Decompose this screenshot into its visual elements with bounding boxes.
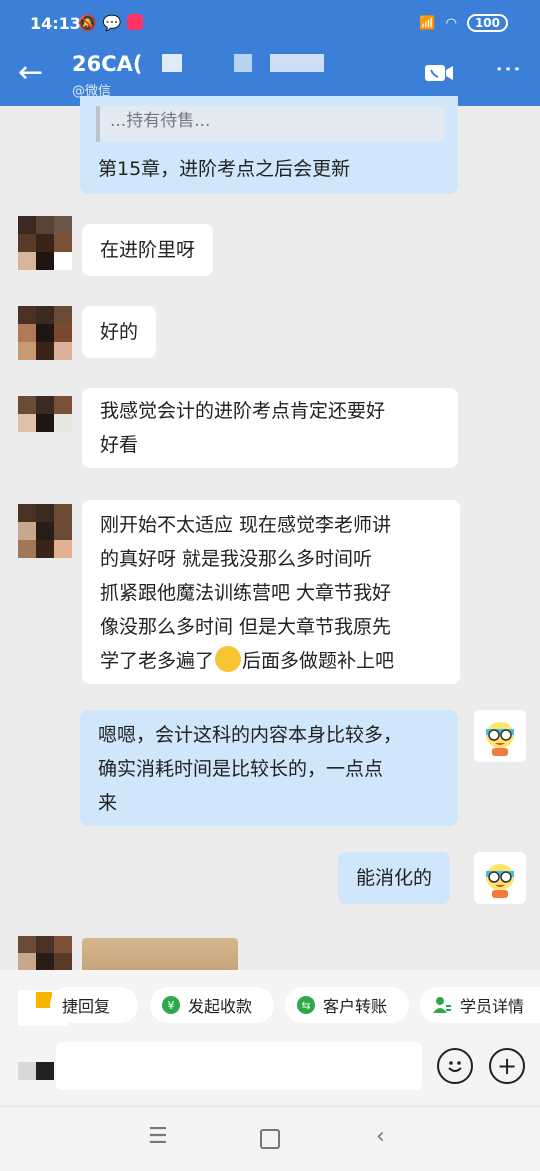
image-message-thumbnail[interactable] [82,938,238,970]
yen-icon: ¥ [162,996,180,1014]
emoji-button[interactable] [437,1048,473,1084]
message-bubble[interactable]: 能消化的 [338,852,451,904]
bee-avatar[interactable] [474,852,526,904]
message-input[interactable] [56,1042,422,1090]
student-details-label: 学员详情 [460,997,525,1016]
quick-reply-button[interactable]: 捷回复 [50,987,138,1023]
avatar[interactable] [18,306,72,360]
avatar[interactable] [18,936,72,970]
message-line: 嗯嗯，会计这科的内容本身比较多， [98,724,403,746]
quick-reply-label: 捷回复 [62,997,111,1016]
status-system-icons: 📶 ◠ 100 [419,14,508,32]
message-line-part: 学了老多遍了 [100,650,215,672]
home-nav-icon[interactable] [260,1129,280,1149]
app-icon [127,14,144,30]
plus-icon: + [496,1052,518,1080]
message-line: 刚开始不太适应 现在感觉李老师讲 [100,514,392,536]
wechat-icon: 💬 [102,14,122,32]
battery-indicator: 100 [466,14,508,32]
message-line: 确实消耗时间是比较长的，一点点 [98,758,384,780]
message-line: 来 [98,792,118,814]
redacted-name-block [162,54,182,72]
transfer-icon: ⇆ [297,996,315,1014]
student-details-button[interactable]: 学员详情 [420,987,540,1023]
video-call-icon[interactable] [424,62,454,84]
message-text: 第15章，进阶考点之后会更新 [98,158,351,180]
message-bubble[interactable]: 在进阶里呀 [82,224,214,276]
avatar[interactable] [18,396,72,432]
chat-title: 26CA( [72,52,143,76]
message-line: 好看 [100,434,139,456]
message-bubble[interactable]: 我感觉会计的进阶考点肯定还要好 好看 [82,388,458,468]
redacted-name-block [234,54,252,72]
back-nav-icon[interactable]: ‹ [376,1124,385,1149]
message-bubble[interactable]: 好的 [82,306,157,358]
smiley-icon [448,1061,462,1072]
message-line: 我感觉会计的进阶考点肯定还要好 [100,400,386,422]
redacted-name-block [270,54,324,72]
customer-transfer-button[interactable]: ⇆ 客户转账 [285,987,409,1023]
initiate-payment-label: 发起收款 [188,997,253,1016]
status-notification-icons: 🔕 💬 [78,14,144,32]
initiate-payment-button[interactable]: ¥ 发起收款 [150,987,274,1023]
bell-off-icon: 🔕 [78,14,97,32]
back-arrow-icon[interactable]: ← [18,58,43,88]
voice-input-toggle[interactable] [18,1062,54,1080]
message-line: 抓紧跟他魔法训练营吧 大章节我好 [100,582,392,604]
add-attachment-button[interactable]: + [489,1048,525,1084]
message-bubble[interactable]: 嗯嗯，会计这科的内容本身比较多， 确实消耗时间是比较长的，一点点 来 [80,710,458,826]
message-bubble[interactable]: 刚开始不太适应 现在感觉李老师讲 的真好呀 就是我没那么多时间听 抓紧跟他魔法训… [82,500,460,684]
quoted-message: ...持有待售... [96,106,444,142]
more-options-icon[interactable]: ⋮ [493,56,523,82]
bee-mascot-icon [486,864,514,898]
customer-transfer-label: 客户转账 [323,997,388,1016]
message-line: 学了老多遍了 后面多做题补上吧 [100,644,442,678]
bee-avatar[interactable] [474,710,526,762]
signal-icon: 📶 [419,15,436,31]
avatar[interactable] [18,504,72,558]
bee-mascot-icon [486,722,514,756]
message-line: 像没那么多时间 但是大章节我原先 [100,616,392,638]
avatar[interactable] [18,216,72,270]
user-icon [433,997,451,1013]
status-time: 14:13 [30,14,81,33]
message-line-part: 后面多做题补上吧 [242,650,395,672]
laughing-crying-emoji-icon [215,646,242,672]
menu-nav-icon[interactable]: ☰ [148,1124,168,1149]
wifi-icon: ◠ [445,15,457,31]
message-line: 的真好呀 就是我没那么多时间听 [100,548,373,570]
chat-header: 14:13 🔕 💬 📶 ◠ 100 ← 26CA( @微信 ⋮ [0,0,540,106]
